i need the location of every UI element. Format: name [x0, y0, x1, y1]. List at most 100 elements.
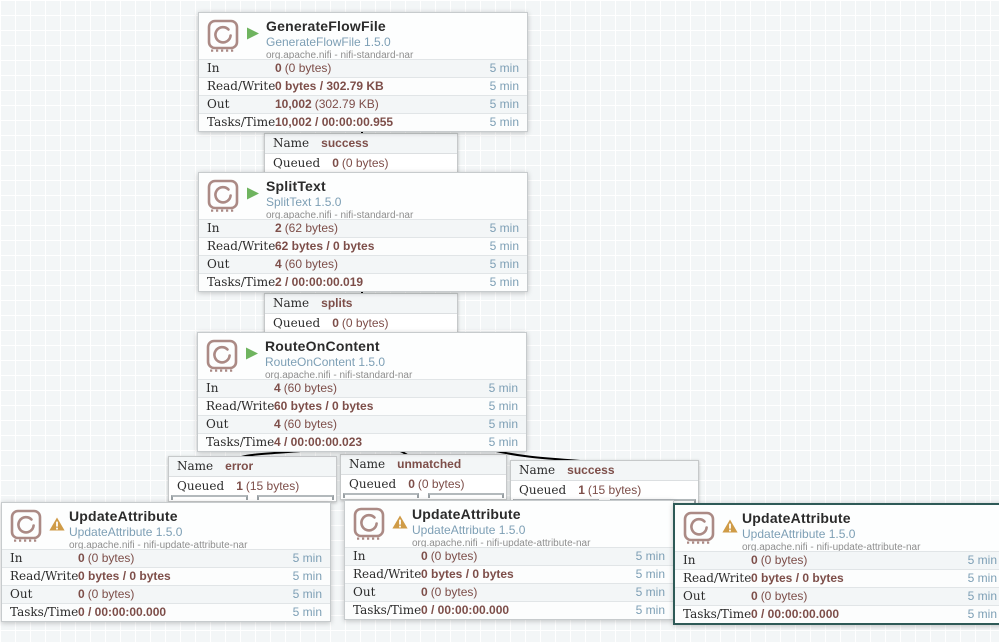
label-queued-key: Queued: [273, 156, 321, 170]
processor-generateflowfile[interactable]: GenerateFlowFile GenerateFlowFile 1.5.0 …: [198, 12, 528, 132]
stat-row-taskstime: Tasks/Time 0 / 00:00:00.000 5 min: [345, 601, 673, 619]
stat-window: 5 min: [967, 571, 997, 585]
label-name-key: Name: [273, 296, 310, 310]
processor-routeoncontent[interactable]: RouteOnContent RouteOnContent 1.5.0 org.…: [197, 332, 527, 452]
stat-value: 10,002 (302.79 KB): [275, 97, 379, 111]
stat-row-in: In 4 (60 bytes) 5 min: [198, 379, 526, 397]
stat-row-in: In 0 (0 bytes) 5 min: [675, 551, 999, 569]
nifi-flow-canvas[interactable]: GenerateFlowFile GenerateFlowFile 1.5.0 …: [0, 0, 999, 642]
label-queued-size: (15 bytes): [245, 479, 300, 493]
stat-window: 5 min: [489, 275, 519, 289]
stat-label: Out: [10, 587, 33, 601]
stat-label: In: [206, 381, 219, 395]
running-icon: [247, 187, 259, 200]
stat-value: 0 bytes / 0 bytes: [78, 569, 171, 583]
processor-name: GenerateFlowFile: [266, 18, 386, 34]
stat-label: In: [10, 551, 23, 565]
stat-window: 5 min: [967, 553, 997, 567]
running-icon: [246, 347, 258, 360]
processor-updateattribute-middle[interactable]: UpdateAttribute UpdateAttribute 1.5.0 or…: [344, 500, 674, 620]
label-queued-size: (15 bytes): [587, 483, 642, 497]
stat-window: 5 min: [292, 587, 322, 601]
connection-label-error[interactable]: Name error Queued 1 (15 bytes): [168, 456, 337, 502]
stat-window: 5 min: [488, 435, 518, 449]
label-queued-size: (0 bytes): [341, 316, 389, 330]
stat-row-readwrite: Read/Write 62 bytes / 0 bytes 5 min: [199, 237, 527, 255]
stat-value: 0 / 00:00:00.000: [751, 607, 840, 621]
stat-row-in: In 0 (0 bytes) 5 min: [2, 549, 330, 567]
label-queued-row: Queued 1 (15 bytes): [169, 477, 336, 495]
processor-type: UpdateAttribute 1.5.0: [742, 527, 856, 541]
warning-icon: [722, 519, 738, 533]
stat-window: 5 min: [635, 585, 665, 599]
label-queued-key: Queued: [177, 479, 225, 493]
label-name-key: Name: [177, 459, 214, 473]
stat-label: Tasks/Time: [207, 275, 276, 289]
label-name-key: Name: [519, 463, 556, 477]
stat-window: 5 min: [488, 381, 518, 395]
stat-value: 0 (0 bytes): [78, 587, 135, 601]
label-name-value: success: [567, 463, 615, 477]
stat-value: 0 / 00:00:00.000: [78, 605, 167, 619]
stat-row-taskstime: Tasks/Time 0 / 00:00:00.000 5 min: [2, 603, 330, 621]
queue-meter: [341, 493, 506, 499]
stat-value: 0 (0 bytes): [421, 549, 478, 563]
processor-name: UpdateAttribute: [69, 508, 178, 524]
processor-type: UpdateAttribute 1.5.0: [412, 523, 526, 537]
stat-window: 5 min: [489, 79, 519, 93]
processor-header: RouteOnContent RouteOnContent 1.5.0 org.…: [198, 333, 526, 381]
stat-row-in: In 0 (0 bytes) 5 min: [345, 547, 673, 565]
processor-header: UpdateAttribute UpdateAttribute 1.5.0 or…: [675, 505, 999, 553]
stat-value: 2 (62 bytes): [275, 221, 339, 235]
connection-label-unmatched[interactable]: Name unmatched Queued 0 (0 bytes): [340, 454, 507, 500]
label-queued-key: Queued: [349, 477, 397, 491]
stat-row-in: In 0 (0 bytes) 5 min: [199, 59, 527, 77]
stat-window: 5 min: [489, 257, 519, 271]
stat-label: Out: [207, 257, 230, 271]
stat-row-readwrite: Read/Write 0 bytes / 0 bytes 5 min: [675, 569, 999, 587]
stat-window: 5 min: [292, 551, 322, 565]
processor-stamp-icon: [207, 179, 239, 212]
label-queued-key: Queued: [519, 483, 567, 497]
label-name-value: success: [321, 136, 369, 150]
warning-icon: [49, 517, 65, 531]
stat-window: 5 min: [292, 569, 322, 583]
label-queued-row: Queued 0 (0 bytes): [341, 475, 506, 493]
stat-value: 0 (0 bytes): [421, 585, 478, 599]
queue-meter: [169, 495, 336, 501]
stat-row-out: Out 0 (0 bytes) 5 min: [2, 585, 330, 603]
processor-name: UpdateAttribute: [742, 510, 851, 526]
stat-window: 5 min: [488, 417, 518, 431]
label-queued-size: (0 bytes): [341, 156, 389, 170]
stat-label: Read/Write: [10, 569, 79, 583]
label-name-row: Name success: [265, 134, 457, 154]
stat-value: 4 (60 bytes): [275, 257, 339, 271]
stat-label: Read/Write: [683, 571, 752, 585]
stat-row-out: Out 4 (60 bytes) 5 min: [198, 415, 526, 433]
label-name-value: splits: [321, 296, 353, 310]
stat-value: 0 bytes / 0 bytes: [751, 571, 844, 585]
processor-stamp-icon: [683, 511, 715, 544]
stat-window: 5 min: [489, 97, 519, 111]
processor-splittext[interactable]: SplitText SplitText 1.5.0 org.apache.nif…: [198, 172, 528, 292]
label-queued-count: 1: [236, 479, 243, 493]
stat-row-taskstime: Tasks/Time 10,002 / 00:00:00.955 5 min: [199, 113, 527, 131]
processor-type: RouteOnContent 1.5.0: [265, 355, 386, 369]
processor-updateattribute-left[interactable]: UpdateAttribute UpdateAttribute 1.5.0 or…: [1, 502, 331, 622]
stat-label: Out: [683, 589, 706, 603]
stat-window: 5 min: [635, 603, 665, 617]
stat-window: 5 min: [635, 567, 665, 581]
processor-updateattribute-right[interactable]: UpdateAttribute UpdateAttribute 1.5.0 or…: [673, 503, 999, 625]
stat-window: 5 min: [489, 115, 519, 129]
label-name-value: error: [225, 459, 254, 473]
stat-value: 2 / 00:00:00.019: [275, 275, 364, 289]
stat-label: In: [683, 553, 696, 567]
stat-row-out: Out 0 (0 bytes) 5 min: [675, 587, 999, 605]
processor-type: UpdateAttribute 1.5.0: [69, 525, 183, 539]
processor-header: UpdateAttribute UpdateAttribute 1.5.0 or…: [2, 503, 330, 551]
processor-name: SplitText: [266, 178, 326, 194]
stat-window: 5 min: [635, 549, 665, 563]
processor-header: UpdateAttribute UpdateAttribute 1.5.0 or…: [345, 501, 673, 549]
processor-stamp-icon: [206, 339, 238, 372]
stat-window: 5 min: [488, 399, 518, 413]
